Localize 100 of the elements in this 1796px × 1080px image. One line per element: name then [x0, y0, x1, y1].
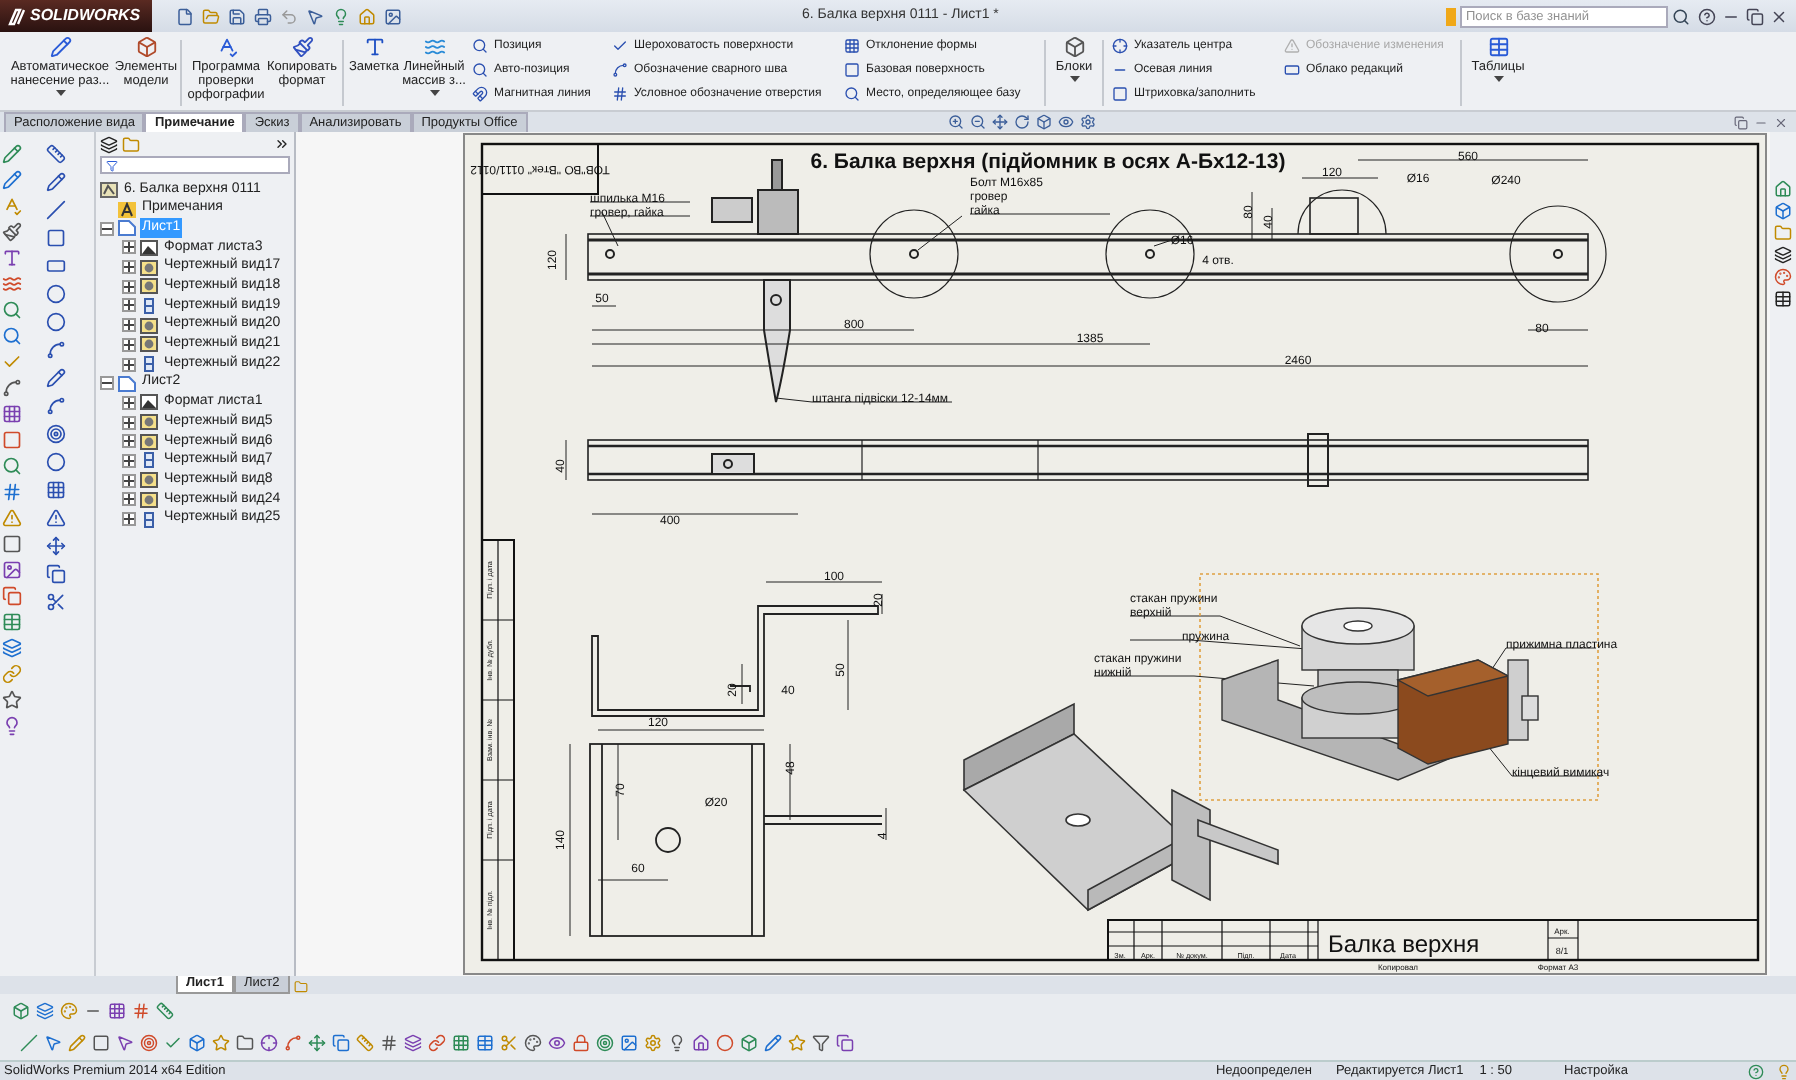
- curve-icon[interactable]: [46, 396, 66, 416]
- cube-icon[interactable]: [740, 1034, 758, 1053]
- printer-icon[interactable]: [254, 7, 272, 25]
- curve-icon[interactable]: [2, 378, 22, 398]
- expand-toggle[interactable]: [122, 298, 136, 313]
- expand-toggle[interactable]: [122, 415, 136, 430]
- filter-icon[interactable]: [106, 159, 118, 171]
- pencil-icon[interactable]: [764, 1034, 782, 1053]
- move-icon[interactable]: [46, 536, 66, 556]
- crosshair-icon[interactable]: [260, 1034, 278, 1053]
- bulb-icon[interactable]: [332, 7, 350, 25]
- copy-icon[interactable]: [836, 1034, 854, 1053]
- circle-icon[interactable]: [46, 284, 66, 304]
- slot-icon[interactable]: [46, 256, 66, 276]
- ruler-icon[interactable]: [156, 1001, 174, 1020]
- star-icon[interactable]: [2, 690, 22, 710]
- bulb-icon[interactable]: [668, 1034, 686, 1053]
- filter-field[interactable]: [100, 156, 290, 174]
- grid-icon[interactable]: [452, 1034, 470, 1053]
- curve-icon[interactable]: [284, 1034, 302, 1053]
- app-logo[interactable]: SOLIDWORKS: [0, 0, 152, 32]
- rectangle-icon[interactable]: [46, 228, 66, 248]
- check-mark-icon[interactable]: [2, 352, 22, 372]
- grid-icon[interactable]: [108, 1001, 126, 1020]
- search-icon[interactable]: [1672, 7, 1690, 25]
- spellcheck-icon[interactable]: [2, 196, 22, 216]
- pencil-icon[interactable]: [46, 172, 66, 192]
- expand-toggle[interactable]: [122, 279, 136, 294]
- layers-icon[interactable]: [1774, 246, 1792, 264]
- magnet-icon[interactable]: [472, 86, 488, 102]
- magnifier-icon[interactable]: [472, 62, 488, 78]
- pointer-icon[interactable]: [306, 7, 324, 25]
- settings-icon[interactable]: [1079, 114, 1096, 130]
- folder-icon[interactable]: [236, 1034, 254, 1053]
- expand-toggle[interactable]: [122, 473, 136, 488]
- help-icon[interactable]: [1748, 1063, 1764, 1079]
- hash-icon[interactable]: [380, 1034, 398, 1053]
- zoom-out-icon[interactable]: [969, 114, 986, 130]
- cube-icon[interactable]: [1774, 202, 1792, 220]
- circle-icon[interactable]: [716, 1034, 734, 1053]
- feature-tree-icon[interactable]: [100, 135, 118, 153]
- restore-icon[interactable]: [1746, 7, 1764, 25]
- hash-icon[interactable]: [2, 482, 22, 502]
- eye-icon[interactable]: [1057, 114, 1074, 130]
- close-icon[interactable]: [1770, 7, 1788, 25]
- expand-toggle[interactable]: [122, 512, 136, 527]
- target-icon[interactable]: [596, 1034, 614, 1053]
- palette-icon[interactable]: [1774, 268, 1792, 286]
- pencil-icon[interactable]: [2, 144, 22, 164]
- cube-icon[interactable]: [12, 1001, 30, 1020]
- picture-icon[interactable]: [384, 7, 402, 25]
- expand-panel-icon[interactable]: [274, 136, 290, 152]
- tile-icon[interactable]: [1734, 115, 1748, 129]
- expand-toggle[interactable]: [122, 240, 136, 255]
- hash-icon[interactable]: [612, 86, 628, 102]
- cube-icon[interactable]: [188, 1034, 206, 1053]
- cube-icon[interactable]: [135, 36, 157, 58]
- pencil-icon[interactable]: [2, 170, 22, 190]
- picture-icon[interactable]: [620, 1034, 638, 1053]
- check-mark-icon[interactable]: [164, 1034, 182, 1053]
- spline-icon[interactable]: [46, 340, 66, 360]
- pointer-icon[interactable]: [44, 1034, 62, 1053]
- expand-toggle[interactable]: [122, 260, 136, 275]
- hash-icon[interactable]: [132, 1001, 150, 1020]
- close-icon[interactable]: [1774, 115, 1788, 129]
- expand-toggle[interactable]: [122, 395, 136, 410]
- star-icon[interactable]: [212, 1034, 230, 1053]
- filter-icon[interactable]: [812, 1034, 830, 1053]
- home-icon[interactable]: [1774, 180, 1792, 198]
- line-icon[interactable]: [46, 200, 66, 220]
- picture-icon[interactable]: [2, 560, 22, 580]
- grid-icon[interactable]: [844, 38, 860, 54]
- expand-toggle[interactable]: [122, 357, 136, 372]
- grid-icon[interactable]: [2, 404, 22, 424]
- expand-toggle[interactable]: [122, 492, 136, 507]
- pencil-icon[interactable]: [49, 36, 71, 58]
- link-icon[interactable]: [428, 1034, 446, 1053]
- magnifier-icon[interactable]: [2, 456, 22, 476]
- star-icon[interactable]: [788, 1034, 806, 1053]
- paintbrush-icon[interactable]: [2, 222, 22, 242]
- collapse-toggle[interactable]: [100, 221, 114, 236]
- rectangle-icon[interactable]: [1284, 62, 1300, 78]
- pencil-icon[interactable]: [46, 368, 66, 388]
- zoom-in-icon[interactable]: [947, 114, 964, 130]
- table-icon[interactable]: [1774, 290, 1792, 308]
- square-icon[interactable]: [92, 1034, 110, 1053]
- curve-icon[interactable]: [612, 62, 628, 78]
- warning-icon[interactable]: [46, 508, 66, 528]
- target-icon[interactable]: [140, 1034, 158, 1053]
- move-icon[interactable]: [308, 1034, 326, 1053]
- pointer-icon[interactable]: [116, 1034, 134, 1053]
- magnifier-icon[interactable]: [844, 86, 860, 102]
- magnifier-icon[interactable]: [2, 326, 22, 346]
- wave-icon[interactable]: [2, 274, 22, 294]
- spellcheck-icon[interactable]: [215, 36, 237, 58]
- expand-toggle[interactable]: [122, 337, 136, 352]
- home-icon[interactable]: [692, 1034, 710, 1053]
- move-icon[interactable]: [991, 114, 1008, 130]
- save-icon[interactable]: [228, 7, 246, 25]
- magnifier-icon[interactable]: [472, 38, 488, 54]
